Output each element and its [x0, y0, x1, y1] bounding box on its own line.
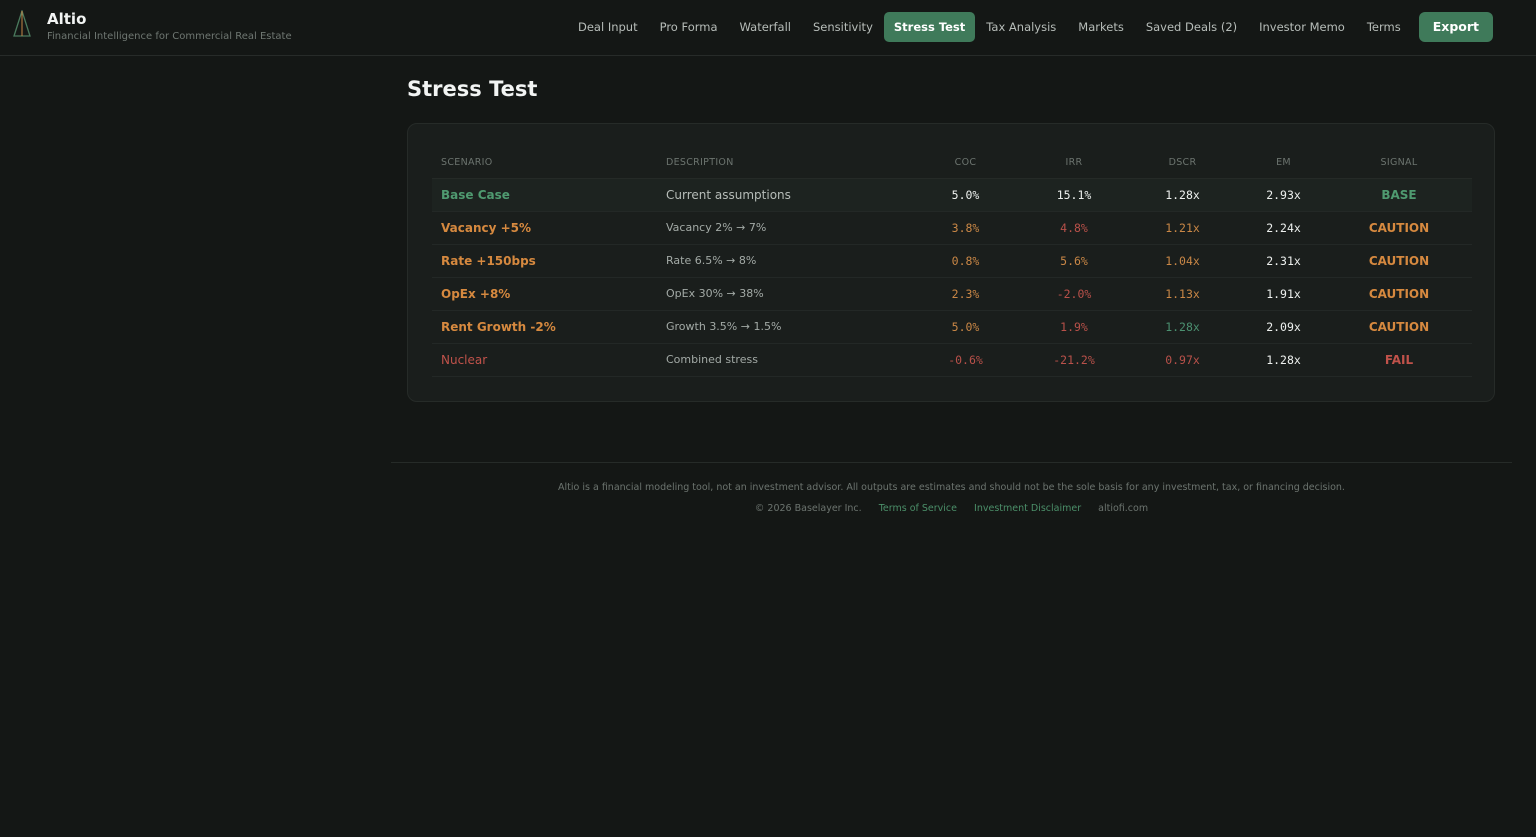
investment-disclaimer-link[interactable]: Investment Disclaimer	[974, 503, 1081, 514]
nav-pro-forma[interactable]: Pro Forma	[649, 12, 729, 42]
main-nav: Deal Input Pro Forma Waterfall Sensitivi…	[567, 12, 1493, 42]
em-value: 2.24x	[1241, 211, 1326, 245]
dscr-value: 0.97x	[1124, 343, 1241, 377]
footer-copyright: © 2026 Baselayer Inc.	[754, 503, 862, 514]
app-header: Altio Financial Intelligence for Commerc…	[0, 0, 1536, 56]
irr-value: 15.1%	[1024, 178, 1124, 212]
nav-waterfall[interactable]: Waterfall	[729, 12, 802, 42]
scenario-description: OpEx 30% → 38%	[657, 277, 907, 311]
stress-test-card: SCENARIO DESCRIPTION COC IRR DSCR EM SIG…	[407, 123, 1495, 402]
scenario-description: Current assumptions	[657, 178, 907, 212]
table-row[interactable]: Rent Growth -2% Growth 3.5% → 1.5% 5.0% …	[432, 310, 1472, 344]
signal-badge: BASE	[1326, 178, 1472, 212]
scenario-description: Rate 6.5% → 8%	[657, 244, 907, 278]
irr-value: 5.6%	[1024, 244, 1124, 278]
nav-investor-memo[interactable]: Investor Memo	[1248, 12, 1356, 42]
dscr-value: 1.28x	[1124, 178, 1241, 212]
irr-value: 1.9%	[1024, 310, 1124, 344]
dscr-value: 1.28x	[1124, 310, 1241, 344]
scenario-name: OpEx +8%	[432, 277, 657, 311]
column-header-description[interactable]: DESCRIPTION	[657, 148, 907, 179]
dscr-value: 1.21x	[1124, 211, 1241, 245]
export-button[interactable]: Export	[1418, 12, 1493, 42]
nav-markets[interactable]: Markets	[1067, 12, 1135, 42]
column-header-em[interactable]: EM	[1241, 148, 1326, 179]
coc-value: 2.3%	[907, 277, 1024, 311]
column-header-scenario[interactable]: SCENARIO	[432, 148, 657, 179]
footer-links: © 2026 Baselayer Inc. Terms of Service I…	[391, 503, 1512, 514]
dscr-value: 1.04x	[1124, 244, 1241, 278]
table-row[interactable]: Vacancy +5% Vacancy 2% → 7% 3.8% 4.8% 1.…	[432, 211, 1472, 245]
scenario-name: Nuclear	[432, 343, 657, 377]
scenario-name: Rent Growth -2%	[432, 310, 657, 344]
nav-deal-input[interactable]: Deal Input	[567, 12, 649, 42]
scenario-description: Combined stress	[657, 343, 907, 377]
signal-badge: CAUTION	[1326, 244, 1472, 278]
terms-of-service-link[interactable]: Terms of Service	[879, 503, 957, 514]
nav-terms[interactable]: Terms	[1356, 12, 1412, 42]
dscr-value: 1.13x	[1124, 277, 1241, 311]
page-title: Stress Test	[407, 77, 538, 101]
em-value: 2.31x	[1241, 244, 1326, 278]
table-header-row: SCENARIO DESCRIPTION COC IRR DSCR EM SIG…	[432, 148, 1472, 179]
table-row[interactable]: Rate +150bps Rate 6.5% → 8% 0.8% 5.6% 1.…	[432, 244, 1472, 278]
column-header-coc[interactable]: COC	[907, 148, 1024, 179]
scenario-description: Growth 3.5% → 1.5%	[657, 310, 907, 344]
stress-test-table: SCENARIO DESCRIPTION COC IRR DSCR EM SIG…	[432, 148, 1472, 377]
scenario-name: Vacancy +5%	[432, 211, 657, 245]
em-value: 2.09x	[1241, 310, 1326, 344]
footer-divider	[391, 462, 1512, 463]
coc-value: 5.0%	[907, 310, 1024, 344]
signal-badge: CAUTION	[1326, 310, 1472, 344]
signal-badge: FAIL	[1326, 343, 1472, 377]
table-row[interactable]: Nuclear Combined stress -0.6% -21.2% 0.9…	[432, 343, 1472, 377]
column-header-dscr[interactable]: DSCR	[1124, 148, 1241, 179]
coc-value: -0.6%	[907, 343, 1024, 377]
em-value: 1.28x	[1241, 343, 1326, 377]
column-header-signal[interactable]: SIGNAL	[1326, 148, 1472, 179]
triangle-logo-icon[interactable]	[12, 10, 32, 38]
brand-tagline: Financial Intelligence for Commercial Re…	[47, 31, 292, 42]
scenario-name: Rate +150bps	[432, 244, 657, 278]
coc-value: 0.8%	[907, 244, 1024, 278]
nav-sensitivity[interactable]: Sensitivity	[802, 12, 884, 42]
em-value: 1.91x	[1241, 277, 1326, 311]
site-link[interactable]: altiofi.com	[1098, 503, 1148, 514]
coc-value: 5.0%	[907, 178, 1024, 212]
brand-name[interactable]: Altio	[47, 10, 86, 28]
nav-stress-test[interactable]: Stress Test	[883, 12, 976, 42]
em-value: 2.93x	[1241, 178, 1326, 212]
scenario-name: Base Case	[432, 178, 657, 212]
signal-badge: CAUTION	[1326, 277, 1472, 311]
footer-disclaimer: Altio is a financial modeling tool, not …	[558, 482, 1345, 493]
irr-value: -21.2%	[1024, 343, 1124, 377]
irr-value: 4.8%	[1024, 211, 1124, 245]
coc-value: 3.8%	[907, 211, 1024, 245]
column-header-irr[interactable]: IRR	[1024, 148, 1124, 179]
signal-badge: CAUTION	[1326, 211, 1472, 245]
irr-value: -2.0%	[1024, 277, 1124, 311]
nav-saved-deals[interactable]: Saved Deals (2)	[1135, 12, 1248, 42]
scenario-description: Vacancy 2% → 7%	[657, 211, 907, 245]
table-row[interactable]: Base Case Current assumptions 5.0% 15.1%…	[432, 178, 1472, 212]
table-row[interactable]: OpEx +8% OpEx 30% → 38% 2.3% -2.0% 1.13x…	[432, 277, 1472, 311]
nav-tax-analysis[interactable]: Tax Analysis	[975, 12, 1067, 42]
